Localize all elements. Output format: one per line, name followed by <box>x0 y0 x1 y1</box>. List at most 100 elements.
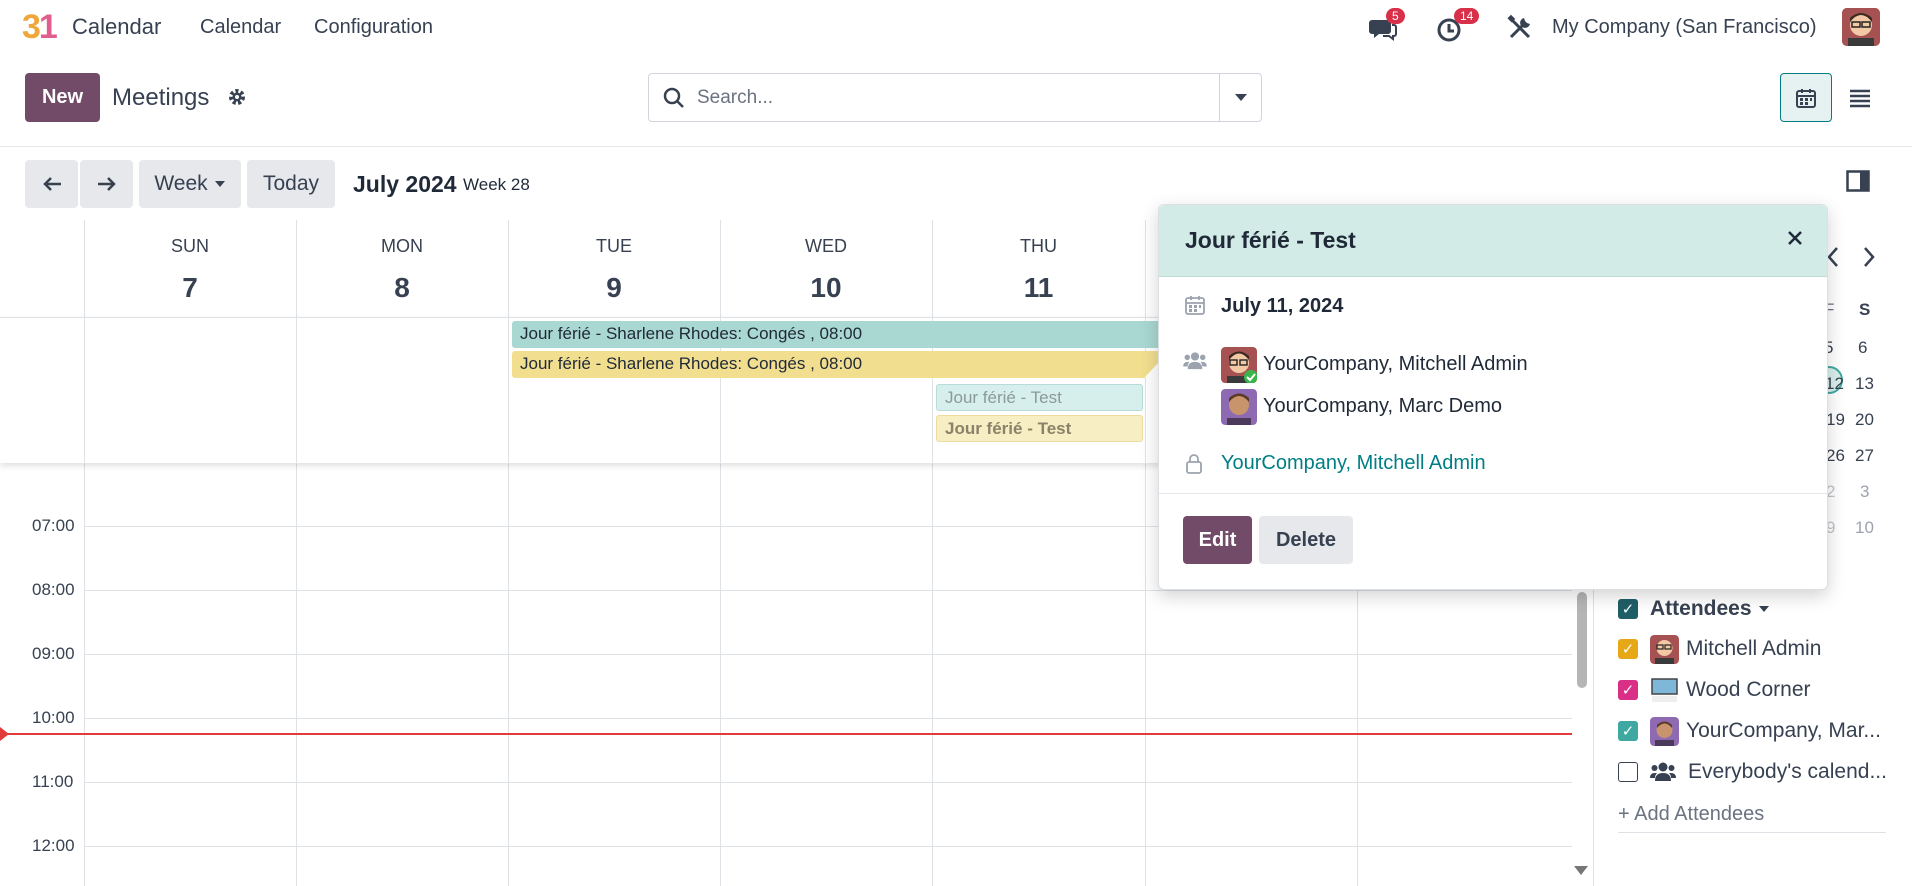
checkbox-unchecked-icon[interactable] <box>1618 762 1638 782</box>
activities-button[interactable]: 14 <box>1436 8 1480 44</box>
sidebar-toggle-icon[interactable] <box>1846 170 1872 192</box>
user-avatar-image <box>1842 8 1880 46</box>
debug-tools-button[interactable] <box>1506 12 1538 44</box>
add-attendees-underline <box>1618 832 1886 833</box>
edit-button[interactable]: Edit <box>1183 516 1252 564</box>
popover-organizer-link[interactable]: YourCompany, Mitchell Admin <box>1221 452 1486 475</box>
previous-button[interactable] <box>25 160 78 208</box>
day-header-tue[interactable]: TUE 9 <box>508 220 720 317</box>
day-header-mon[interactable]: MON 8 <box>296 220 508 317</box>
event-yellow-test[interactable]: Jour férié - Test <box>936 415 1143 442</box>
mini-day[interactable]: 13 <box>1855 374 1874 394</box>
search-toggle-caret-icon[interactable] <box>1234 93 1248 103</box>
mini-day[interactable]: 27 <box>1855 446 1874 466</box>
checkbox-checked-icon[interactable]: ✓ <box>1618 639 1638 659</box>
arrow-right-icon <box>97 177 116 191</box>
hour-line <box>84 846 1572 847</box>
mini-day[interactable]: 26 <box>1826 446 1845 466</box>
control-panel-divider <box>0 146 1912 147</box>
day-name: THU <box>1020 236 1057 256</box>
scrollbar-thumb[interactable] <box>1577 592 1587 688</box>
avatar-marc <box>1650 716 1679 746</box>
event-teal-test[interactable]: Jour férié - Test <box>936 384 1143 411</box>
hour-label: 11:00 <box>32 772 74 791</box>
caret-down-icon <box>1758 606 1769 612</box>
current-period-title: July 2024 <box>353 171 457 197</box>
hour-label: 12:00 <box>32 836 75 855</box>
mini-next-month-icon[interactable] <box>1862 246 1876 268</box>
hour-label: 08:00 <box>32 580 75 599</box>
hour-line <box>84 782 1572 783</box>
messages-badge: 5 <box>1386 8 1405 24</box>
mini-day[interactable]: 20 <box>1855 410 1874 430</box>
calendar-view-button[interactable] <box>1780 73 1832 122</box>
search-bar <box>648 73 1262 122</box>
calendar-icon <box>1796 88 1816 108</box>
scroll-down-icon[interactable] <box>1574 866 1588 875</box>
attendee-filter-wood-corner[interactable]: ✓ Wood Corner <box>1618 675 1811 705</box>
checkbox-checked-icon[interactable]: ✓ <box>1618 680 1638 700</box>
next-button[interactable] <box>80 160 133 208</box>
attendee-name: YourCompany, Mar... <box>1686 719 1881 742</box>
grid-column-line <box>84 318 85 464</box>
gear-icon[interactable] <box>227 87 247 113</box>
search-input[interactable] <box>697 86 1197 110</box>
mini-day-next-month[interactable]: 3 <box>1860 482 1869 502</box>
mini-prev-month-icon[interactable] <box>1826 246 1840 268</box>
user-avatar[interactable] <box>1842 8 1880 46</box>
calendar-app-logo[interactable]: 31 <box>22 8 58 47</box>
mini-day-next-month[interactable]: 10 <box>1855 518 1874 538</box>
grid-column-line <box>508 318 509 464</box>
day-number: 9 <box>606 272 622 303</box>
day-name: WED <box>805 236 847 256</box>
day-header-sun[interactable]: SUN 7 <box>84 220 296 317</box>
avatar-mitchell <box>1650 634 1679 664</box>
day-number: 10 <box>810 272 842 303</box>
day-header-wed[interactable]: WED 10 <box>720 220 932 317</box>
search-icon <box>663 87 684 108</box>
menu-calendar[interactable]: Calendar <box>200 16 281 39</box>
scale-dropdown[interactable]: Week <box>139 160 241 208</box>
add-attendees-link[interactable]: + Add Attendees <box>1618 799 1764 829</box>
popover-title: Jour férié - Test <box>1185 227 1356 253</box>
today-button[interactable]: Today <box>247 160 335 208</box>
company-switcher[interactable]: My Company (San Francisco) <box>1552 16 1817 39</box>
avatar-mitchell <box>1221 347 1257 383</box>
list-view-button[interactable] <box>1834 73 1886 122</box>
hour-line <box>84 718 1572 719</box>
list-icon <box>1850 89 1870 107</box>
messages-button[interactable]: 5 <box>1368 8 1405 44</box>
popover-attendee: YourCompany, Marc Demo <box>1263 395 1502 417</box>
attendees-header-label: Attendees <box>1650 597 1752 620</box>
attendee-name: Wood Corner <box>1686 678 1811 701</box>
checkbox-checked-icon[interactable]: ✓ <box>1618 721 1638 741</box>
delete-button[interactable]: Delete <box>1259 516 1353 564</box>
checkbox-checked-icon[interactable]: ✓ <box>1618 599 1638 619</box>
calendar-icon <box>1185 296 1205 315</box>
attendee-filter-mitchell[interactable]: ✓ Mitchell Admin <box>1618 634 1821 664</box>
popover-arrow <box>1145 362 1159 392</box>
week-number: Week 28 <box>463 175 530 194</box>
menu-configuration[interactable]: Configuration <box>314 16 433 39</box>
hour-line <box>84 654 1572 655</box>
attendees-filter-header[interactable]: ✓ Attendees <box>1618 594 1770 624</box>
day-number: 11 <box>1023 272 1054 303</box>
popover-divider <box>1159 493 1827 494</box>
new-button[interactable]: New <box>25 73 100 122</box>
popover-header: Jour férié - Test <box>1159 205 1827 277</box>
search-divider <box>1219 74 1220 121</box>
attendee-filter-everybody[interactable]: Everybody's calend... <box>1618 757 1887 787</box>
mini-weekday-s: S <box>1859 300 1871 319</box>
mini-day[interactable]: 6 <box>1858 338 1867 358</box>
attendee-filter-marc[interactable]: ✓ YourCompany, Mar... <box>1618 716 1881 746</box>
event-teal-conges[interactable]: Jour férié - Sharlene Rhodes: Congés , 0… <box>512 321 1162 348</box>
app-name[interactable]: Calendar <box>72 14 161 40</box>
day-number: 8 <box>394 272 410 303</box>
mini-day[interactable]: 19 <box>1826 410 1845 430</box>
current-time-line <box>4 733 1572 735</box>
event-yellow-conges[interactable]: Jour férié - Sharlene Rhodes: Congés , 0… <box>512 351 1162 378</box>
close-icon[interactable] <box>1787 225 1803 253</box>
day-header-thu[interactable]: THU 11 <box>932 220 1145 317</box>
arrow-left-icon <box>42 177 61 191</box>
scale-label: Week <box>154 172 208 195</box>
